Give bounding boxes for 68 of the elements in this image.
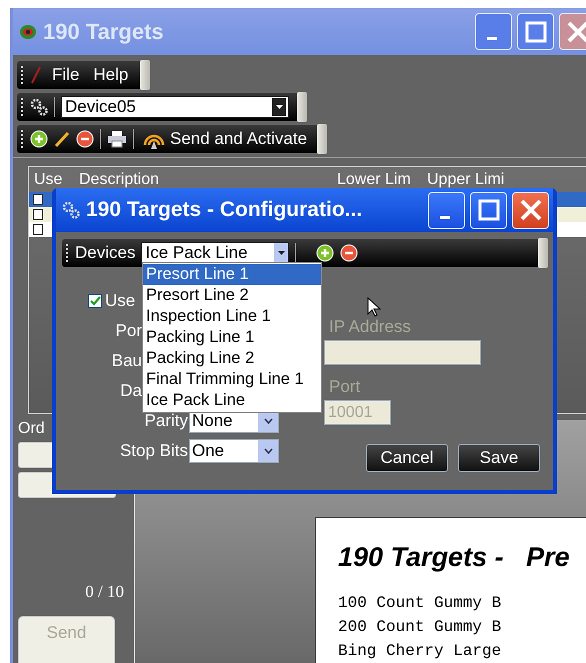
caret-icon [264, 418, 272, 424]
checkbox-label: Use [105, 291, 136, 311]
add-icon[interactable] [30, 130, 48, 148]
row-checkbox[interactable] [33, 209, 43, 220]
devices-label: Devices [75, 243, 136, 263]
dialog-title: 190 Targets - Configuratio... [86, 198, 362, 222]
close-icon [518, 198, 542, 222]
devices-select[interactable]: Ice Pack Line [141, 242, 290, 264]
toolbar-handle[interactable] [297, 92, 307, 122]
ip-address-label: IP Address [329, 317, 412, 337]
use-checkbox[interactable] [88, 294, 102, 308]
maximize-button[interactable] [470, 192, 507, 228]
app-logo-icon [19, 24, 37, 40]
field-label: Bau [110, 351, 142, 371]
cursor-icon [367, 297, 381, 317]
toolbar-handle[interactable] [140, 60, 150, 90]
pen-icon [30, 66, 42, 84]
caret-icon [276, 105, 282, 109]
gears-icon [62, 201, 80, 219]
preview-line: 200 Count Gummy B [338, 617, 502, 638]
maximize-icon [524, 20, 546, 42]
caret-icon [278, 251, 285, 255]
dropdown-arrow-button[interactable] [258, 440, 278, 462]
row-checkbox[interactable] [33, 194, 43, 205]
port-label: Port [329, 377, 362, 397]
select-field[interactable]: One [189, 439, 279, 463]
dialog-button[interactable]: Cancel [366, 444, 448, 472]
pencil-icon[interactable] [54, 130, 70, 148]
toolbar-handle[interactable] [538, 238, 548, 268]
field-label: Por [114, 321, 142, 341]
preview-line: 100 Count Gummy B [338, 593, 502, 614]
item-counter: 0 / 10 [85, 582, 124, 602]
column-header[interactable]: Description [74, 170, 332, 188]
remove-icon[interactable] [76, 130, 94, 148]
field-label: Stop Bits [118, 441, 188, 461]
caret-icon [264, 448, 272, 454]
maximize-button[interactable] [517, 13, 554, 50]
gears-icon [30, 98, 48, 116]
device-select[interactable]: Device05 [61, 96, 289, 118]
send-and-activate-button[interactable]: Send and Activate [140, 128, 310, 150]
field-label: Da [119, 381, 142, 401]
close-button[interactable] [559, 13, 586, 50]
minimize-icon [440, 216, 450, 218]
column-header[interactable]: Lower Lim [332, 170, 422, 188]
preview-line: Bing Cherry Large [338, 641, 502, 662]
window-title: 190 Targets [43, 18, 164, 44]
column-header[interactable]: Use [29, 170, 74, 188]
minimize-icon [486, 37, 496, 40]
dialog-button[interactable]: Save [458, 444, 540, 472]
maximize-icon [478, 199, 500, 221]
dropdown-arrow-button[interactable] [272, 98, 286, 116]
toolbar-handle[interactable] [317, 124, 328, 154]
printer-icon[interactable] [107, 130, 127, 148]
dropdown-item[interactable]: Presort Line 1 [143, 264, 321, 285]
field-label: Parity [144, 411, 188, 431]
close-icon [566, 20, 586, 44]
order-label: Ord [18, 420, 46, 438]
preview-heading: 190 Targets - Pre [338, 542, 571, 573]
menu-item[interactable]: Help [89, 65, 132, 85]
remove-device-icon[interactable] [340, 244, 358, 262]
close-button[interactable] [512, 192, 549, 228]
minimize-button[interactable] [475, 13, 512, 50]
dropdown-arrow-button[interactable] [274, 243, 288, 263]
menu-item[interactable]: File [48, 65, 84, 85]
row-checkbox[interactable] [33, 224, 43, 235]
minimize-button[interactable] [428, 192, 465, 228]
add-device-icon[interactable] [316, 244, 334, 262]
column-header[interactable]: Upper Limi [422, 170, 512, 188]
